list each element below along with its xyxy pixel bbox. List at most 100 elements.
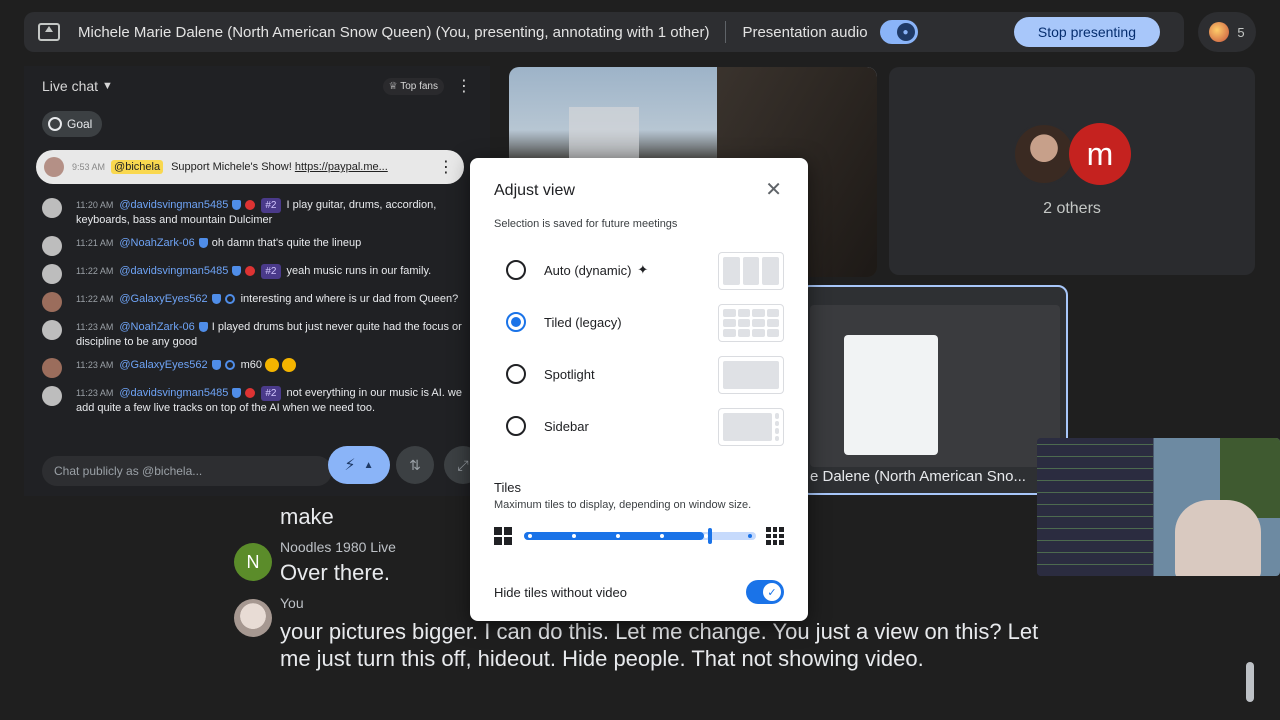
self-camera-view[interactable]: [1037, 438, 1280, 576]
preview-cell: [723, 319, 736, 327]
live-chat-label[interactable]: Live chat: [42, 78, 98, 94]
verified-icon: [211, 294, 221, 305]
stop-presenting-button[interactable]: Stop presenting: [1013, 17, 1160, 47]
verified-icon: [232, 266, 242, 277]
more-tiles-icon: [766, 527, 784, 545]
member-badge-icon: [245, 200, 256, 211]
preview-cell: [742, 257, 760, 285]
slider-handle[interactable]: [707, 528, 712, 544]
message-time: 11:23 AM: [76, 322, 114, 332]
shared-screen-preview: [810, 305, 1060, 467]
chat-message[interactable]: 11:23 AM @davidsvingman5485 #2 not everythi…: [24, 382, 490, 420]
goal-label: Goal: [67, 117, 93, 131]
presenter-title: Michele Marie Dalene (North American Sno…: [78, 23, 710, 41]
message-time: 11:22 AM: [76, 294, 114, 304]
member-badge-icon: [245, 388, 256, 399]
screen-share-tile[interactable]: e Dalene (North American Sno...: [800, 285, 1068, 495]
message-user[interactable]: @NoahZark-06: [119, 321, 194, 333]
arrows-icon: ⇅: [409, 456, 421, 473]
people-count: 5: [1237, 24, 1245, 40]
avatar: [42, 292, 62, 312]
preview-cell: [723, 361, 779, 389]
message-body: 11:22 AM @davidsvingman5485 #2 yeah music r…: [76, 264, 472, 284]
chat-message[interactable]: 11:23 AM @NoahZark-06 I played drums but j…: [24, 316, 490, 354]
option-auto[interactable]: Auto (dynamic) ✦: [506, 250, 786, 290]
message-body: 11:23 AM @NoahZark-06 I played drums but j…: [76, 320, 472, 350]
top-fans-button[interactable]: ♕ Top fans: [382, 77, 444, 95]
message-user[interactable]: @GalaxyEyes562: [119, 293, 207, 305]
max-tiles-slider[interactable]: [524, 528, 756, 544]
radio-sidebar[interactable]: [506, 416, 526, 436]
dialog-title: Adjust view: [494, 182, 575, 199]
option-sidebar[interactable]: Sidebar: [506, 406, 786, 446]
option-label: Sidebar: [544, 418, 589, 434]
scrollbar[interactable]: [1246, 662, 1254, 702]
chat-message[interactable]: 11:22 AM @davidsvingman5485 #2 yeah music r…: [24, 260, 490, 288]
member-badge-icon: [224, 360, 235, 371]
pinned-message[interactable]: 9:53 AM @bichela Support Michele's Show!…: [36, 150, 464, 184]
super-chat-button[interactable]: ⚡ ▲: [328, 446, 390, 484]
message-body: 11:21 AM @NoahZark-06 oh damn that's quite…: [76, 236, 472, 256]
verified-icon: [198, 238, 208, 249]
dialog-subtitle: Selection is saved for future meetings: [494, 218, 678, 230]
radio-auto[interactable]: [506, 260, 526, 280]
adjust-view-dialog: Adjust view ✕ Selection is saved for fut…: [470, 158, 808, 621]
preview-cell: [775, 413, 779, 419]
goal-row: Goal: [24, 106, 490, 142]
avatar: [234, 599, 272, 637]
chat-message[interactable]: 11:23 AM @GalaxyEyes562 m60: [24, 354, 490, 382]
expand-icon: ⤢: [457, 456, 469, 473]
slider-tick: [748, 534, 752, 538]
option-spotlight[interactable]: Spotlight: [506, 354, 786, 394]
avatar: m: [1069, 123, 1131, 185]
message-text: oh damn that's quite the lineup: [211, 237, 362, 249]
more-options-icon[interactable]: ⋮: [456, 76, 472, 96]
more-options-icon[interactable]: ⋮: [438, 157, 454, 177]
avatar: [42, 198, 62, 218]
verified-icon: [232, 388, 242, 399]
preview-cell: [723, 257, 740, 285]
chat-message[interactable]: 11:22 AM @GalaxyEyes562 interesting and wh…: [24, 288, 490, 316]
goal-button[interactable]: Goal: [42, 111, 103, 137]
tiles-title: Tiles: [494, 480, 521, 495]
chevron-down-icon[interactable]: ▼: [102, 80, 113, 92]
caret-up-icon: ▲: [363, 459, 374, 471]
speaker-icon: ●: [896, 23, 915, 41]
chat-overlay-image: [1037, 438, 1153, 576]
preview-cell: [766, 309, 779, 317]
presentation-audio-toggle[interactable]: ●: [879, 20, 918, 44]
message-text: m60: [240, 359, 262, 371]
slider-tick: [704, 534, 708, 538]
chat-message[interactable]: 11:20 AM @davidsvingman5485 #2 I play guita…: [24, 194, 490, 232]
laughing-emoji-icon: [281, 358, 296, 373]
reactions-button[interactable]: ⇅: [396, 446, 434, 484]
others-label: 2 others: [1043, 200, 1101, 217]
radio-spotlight[interactable]: [506, 364, 526, 384]
message-user[interactable]: @davidsvingman5485: [119, 387, 228, 399]
message-text: yeah music runs in our family.: [286, 265, 432, 277]
pinned-user: @bichela: [111, 160, 164, 174]
close-icon[interactable]: ✕: [765, 180, 782, 200]
paypal-link[interactable]: https://paypal.me...: [295, 161, 388, 173]
option-label: Spotlight: [544, 366, 595, 382]
tiles-subtitle: Maximum tiles to display, depending on w…: [494, 499, 752, 511]
preview-cell: [723, 309, 736, 317]
chat-input[interactable]: Chat publicly as @bichela...: [42, 456, 332, 486]
message-user[interactable]: @davidsvingman5485: [119, 199, 228, 211]
message-user[interactable]: @NoahZark-06: [119, 237, 194, 249]
chat-message[interactable]: 11:21 AM @NoahZark-06 oh damn that's quite…: [24, 232, 490, 260]
others-avatars: m: [1013, 123, 1143, 185]
radio-tiled[interactable]: [506, 312, 526, 332]
message-user[interactable]: @davidsvingman5485: [119, 265, 228, 277]
people-button[interactable]: 5: [1198, 12, 1256, 52]
message-time: 11:20 AM: [76, 200, 114, 210]
option-tiled[interactable]: Tiled (legacy): [506, 302, 786, 342]
others-tile[interactable]: m 2 others: [889, 67, 1255, 275]
message-user[interactable]: @GalaxyEyes562: [119, 359, 207, 371]
message-time: 11:23 AM: [76, 388, 114, 398]
participants-icon: [1209, 22, 1230, 42]
laughing-emoji-icon: [264, 358, 279, 373]
member-badge-icon: [245, 266, 256, 277]
lightning-icon: ⚡: [344, 457, 356, 474]
hide-tiles-toggle[interactable]: ✓: [746, 580, 784, 604]
